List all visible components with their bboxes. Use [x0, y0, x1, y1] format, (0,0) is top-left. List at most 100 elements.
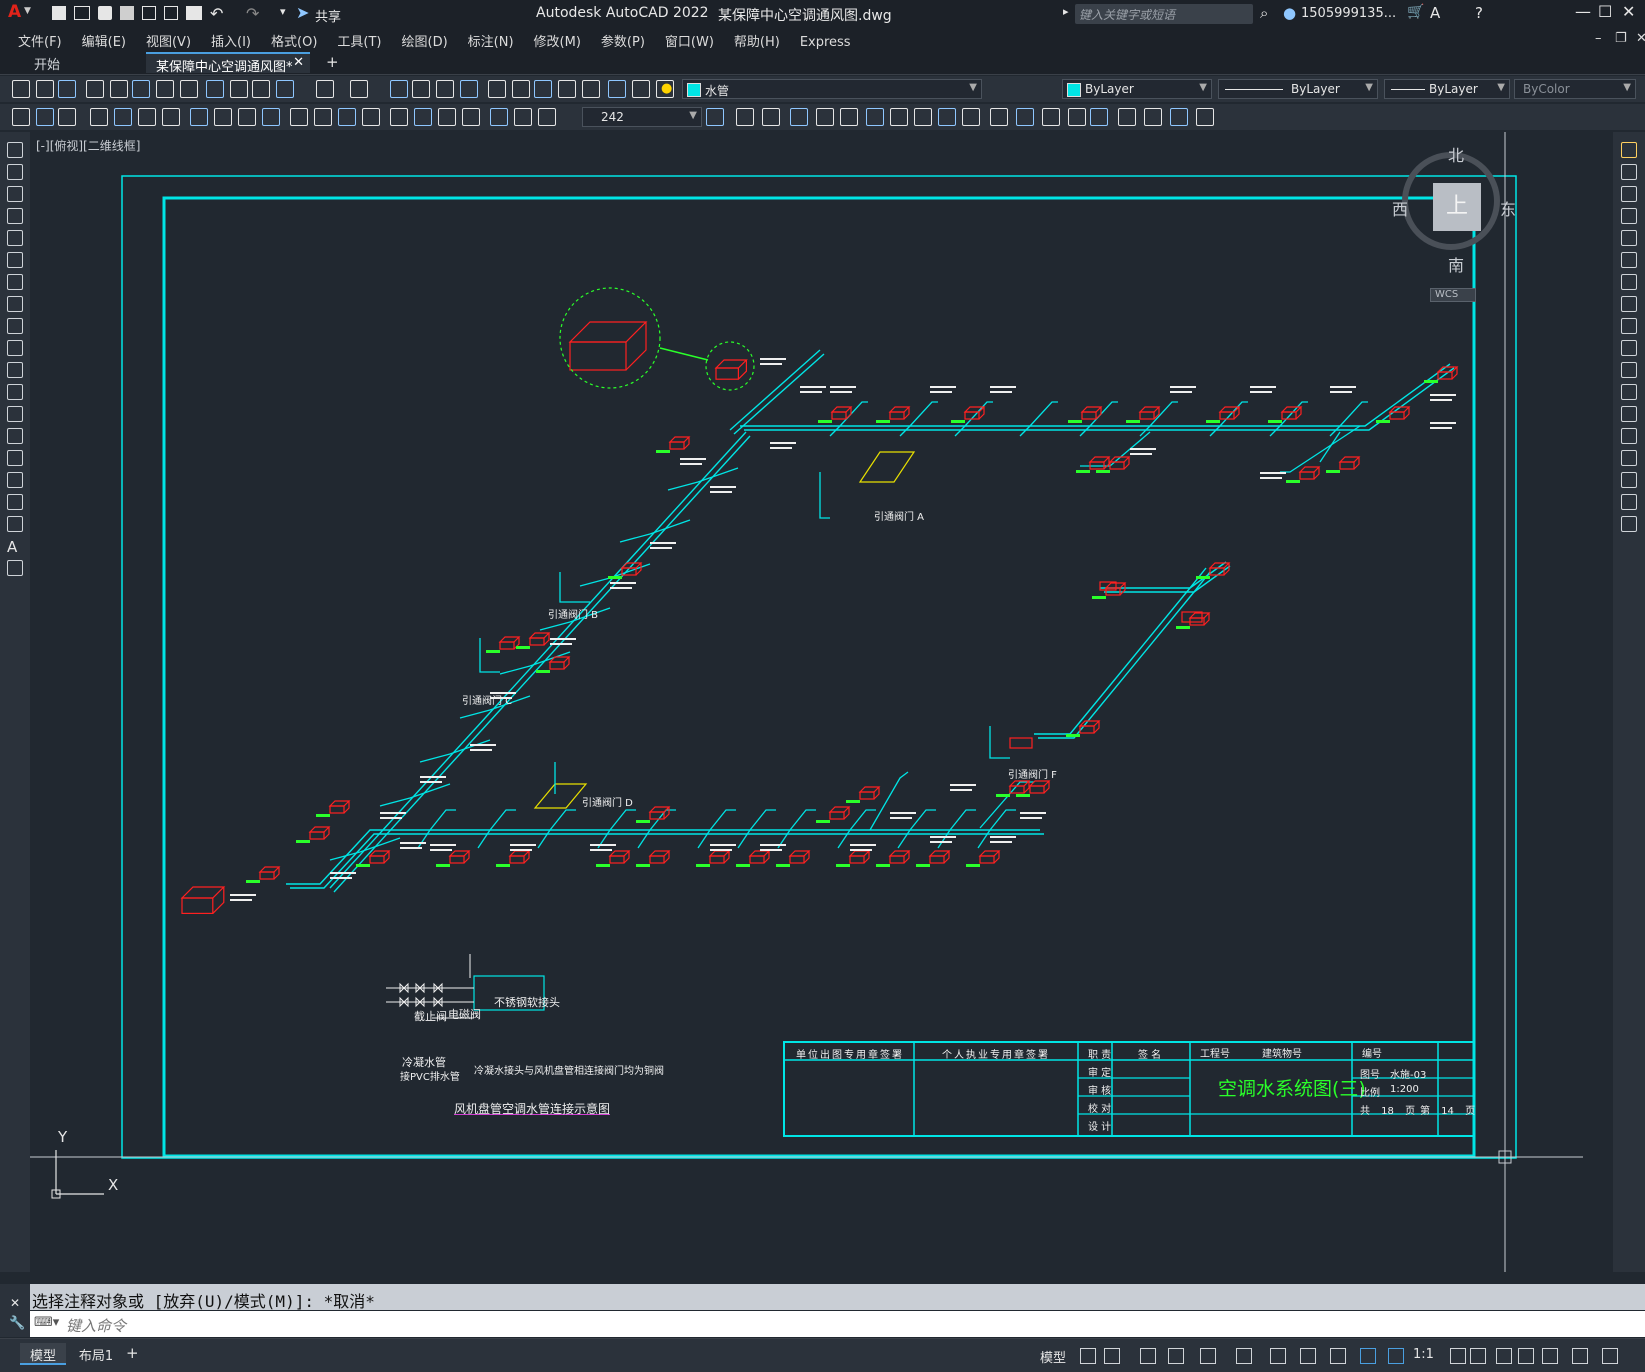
standard-tool-4-icon[interactable] [86, 80, 104, 98]
modify-tool-37-icon[interactable] [1068, 108, 1086, 126]
modify-tool-42-icon[interactable] [1196, 108, 1214, 126]
menu-help[interactable]: 帮助(H) [724, 28, 790, 50]
draw-tool-6-icon[interactable] [7, 252, 23, 268]
plot-icon[interactable] [186, 6, 202, 20]
modify-tool-3-icon[interactable] [58, 108, 76, 126]
status-toggle-1-icon[interactable] [1080, 1348, 1096, 1364]
modify-tool-2-icon[interactable] [1621, 164, 1637, 180]
help-icon[interactable]: ? [1475, 4, 1483, 22]
tab-layout1[interactable]: 布局1 [70, 1343, 122, 1365]
menu-window[interactable]: 窗口(W) [655, 28, 724, 50]
modify-tool-34-icon[interactable] [990, 108, 1008, 126]
status-toggle-6-icon[interactable] [1236, 1348, 1252, 1364]
modify-tool-13-icon[interactable] [314, 108, 332, 126]
modify-tool-10-icon[interactable] [1621, 340, 1637, 356]
standard-tool-9-icon[interactable] [206, 80, 224, 98]
standard-tool-18-icon[interactable] [460, 80, 478, 98]
draw-tool-3-icon[interactable] [7, 186, 23, 202]
status-toggle-5-icon[interactable] [1200, 1348, 1216, 1364]
doc-close-icon[interactable]: ✕ [1626, 28, 1645, 46]
user-name[interactable]: 1505999135... [1301, 6, 1396, 21]
modify-tool-16-icon[interactable] [1621, 472, 1637, 488]
tab-drawing[interactable]: 某保障中心空调通风图* ✕ [146, 52, 310, 75]
status-toggle-18-icon[interactable] [1602, 1348, 1618, 1364]
status-toggle-8-icon[interactable] [1300, 1348, 1316, 1364]
command-input[interactable]: ⌨▾ 键入命令 [30, 1311, 1645, 1337]
menu-edit[interactable]: 编辑(E) [72, 28, 136, 50]
modify-tool-39-icon[interactable] [1118, 108, 1136, 126]
standard-tool-22-icon[interactable] [558, 80, 576, 98]
share-button[interactable]: 共享 [315, 6, 341, 25]
standard-tool-24-icon[interactable] [608, 80, 626, 98]
standard-tool-8-icon[interactable] [180, 80, 198, 98]
menu-express[interactable]: Express [790, 32, 861, 50]
standard-tool-20-icon[interactable] [512, 80, 530, 98]
save-icon[interactable] [98, 6, 112, 20]
draw-tool-2-icon[interactable] [7, 164, 23, 180]
modify-tool-12-icon[interactable] [290, 108, 308, 126]
menu-dimension[interactable]: 标注(N) [458, 28, 524, 50]
status-toggle-11-icon[interactable] [1388, 1348, 1404, 1364]
tab-model[interactable]: 模型 [20, 1343, 66, 1365]
menu-tools[interactable]: 工具(T) [327, 28, 391, 50]
status-toggle-17-icon[interactable] [1572, 1348, 1588, 1364]
standard-tool-6-icon[interactable] [132, 80, 150, 98]
undo-icon[interactable]: ↶ [210, 4, 223, 23]
draw-tool-20-icon[interactable] [7, 560, 23, 576]
status-toggle-9-icon[interactable] [1330, 1348, 1346, 1364]
modify-tool-14-icon[interactable] [338, 108, 356, 126]
standard-tool-5-icon[interactable] [110, 80, 128, 98]
model-space-button[interactable]: 模型 [1040, 1347, 1066, 1366]
modify-tool-1-icon[interactable] [12, 108, 30, 126]
standard-tool-17-icon[interactable] [436, 80, 454, 98]
menu-format[interactable]: 格式(O) [261, 28, 327, 50]
modify-tool-26-icon[interactable] [790, 108, 808, 126]
standard-tool-23-icon[interactable] [582, 80, 600, 98]
modify-tool-38-icon[interactable] [1090, 108, 1108, 126]
customize-chevron-icon[interactable]: ▾ [280, 5, 286, 18]
modify-tool-18-icon[interactable] [438, 108, 456, 126]
lineweight-dropdown[interactable]: ByLayer ▼ [1384, 79, 1510, 99]
standard-tool-10-icon[interactable] [230, 80, 248, 98]
modify-tool-17-icon[interactable] [414, 108, 432, 126]
status-toggle-16-icon[interactable] [1542, 1348, 1558, 1364]
standard-tool-3-icon[interactable] [58, 80, 76, 98]
compass-north[interactable]: 北 [1448, 142, 1464, 166]
viewcube[interactable]: 上 北 南 西 东 [1392, 146, 1516, 275]
modify-tool-8-icon[interactable] [1621, 296, 1637, 312]
standard-tool-25-icon[interactable] [632, 80, 650, 98]
menu-file[interactable]: 文件(F) [8, 28, 72, 50]
status-toggle-2-icon[interactable] [1104, 1348, 1120, 1364]
modify-tool-22-icon[interactable] [538, 108, 556, 126]
draw-tool-12-icon[interactable] [7, 384, 23, 400]
close-icon[interactable]: ✕ [1622, 2, 1635, 21]
draw-tool-19-icon[interactable]: A [7, 538, 23, 556]
open-file-icon[interactable] [74, 6, 90, 20]
cart-icon[interactable]: 🛒 [1407, 4, 1424, 20]
modify-tool-32-icon[interactable] [938, 108, 956, 126]
modify-tool-7-icon[interactable] [1621, 274, 1637, 290]
status-toggle-4-icon[interactable] [1168, 1348, 1184, 1364]
modify-tool-12-icon[interactable] [1621, 384, 1637, 400]
draw-tool-15-icon[interactable] [7, 450, 23, 466]
autodesk-account-icon[interactable]: A [1430, 4, 1440, 22]
standard-tool-16-icon[interactable] [412, 80, 430, 98]
layer-dropdown[interactable]: ● 水管 ▼ [661, 79, 982, 99]
modify-tool-4-icon[interactable] [90, 108, 108, 126]
color-dropdown[interactable]: ByLayer ▼ [1062, 79, 1212, 99]
standard-tool-7-icon[interactable] [156, 80, 174, 98]
modify-tool-21-icon[interactable] [514, 108, 532, 126]
modify-tool-11-icon[interactable] [1621, 362, 1637, 378]
modify-tool-4-icon[interactable] [1621, 208, 1637, 224]
standard-tool-14-icon[interactable] [350, 80, 368, 98]
modify-tool-19-icon[interactable] [462, 108, 480, 126]
modify-tool-24-icon[interactable] [736, 108, 754, 126]
standard-tool-11-icon[interactable] [252, 80, 270, 98]
standard-tool-12-icon[interactable] [276, 80, 294, 98]
drawing-canvas[interactable]: [-][俯视][二维线框] 引通阀门 A 引通阀门 B 引通阀门 C 引通阀门 … [30, 132, 1613, 1272]
status-toggle-13-icon[interactable] [1470, 1348, 1486, 1364]
menu-draw[interactable]: 绘图(D) [392, 28, 458, 50]
modify-tool-3-icon[interactable] [1621, 186, 1637, 202]
new-file-icon[interactable] [52, 6, 66, 20]
command-prompt-icon[interactable]: ⌨▾ [34, 1315, 59, 1330]
